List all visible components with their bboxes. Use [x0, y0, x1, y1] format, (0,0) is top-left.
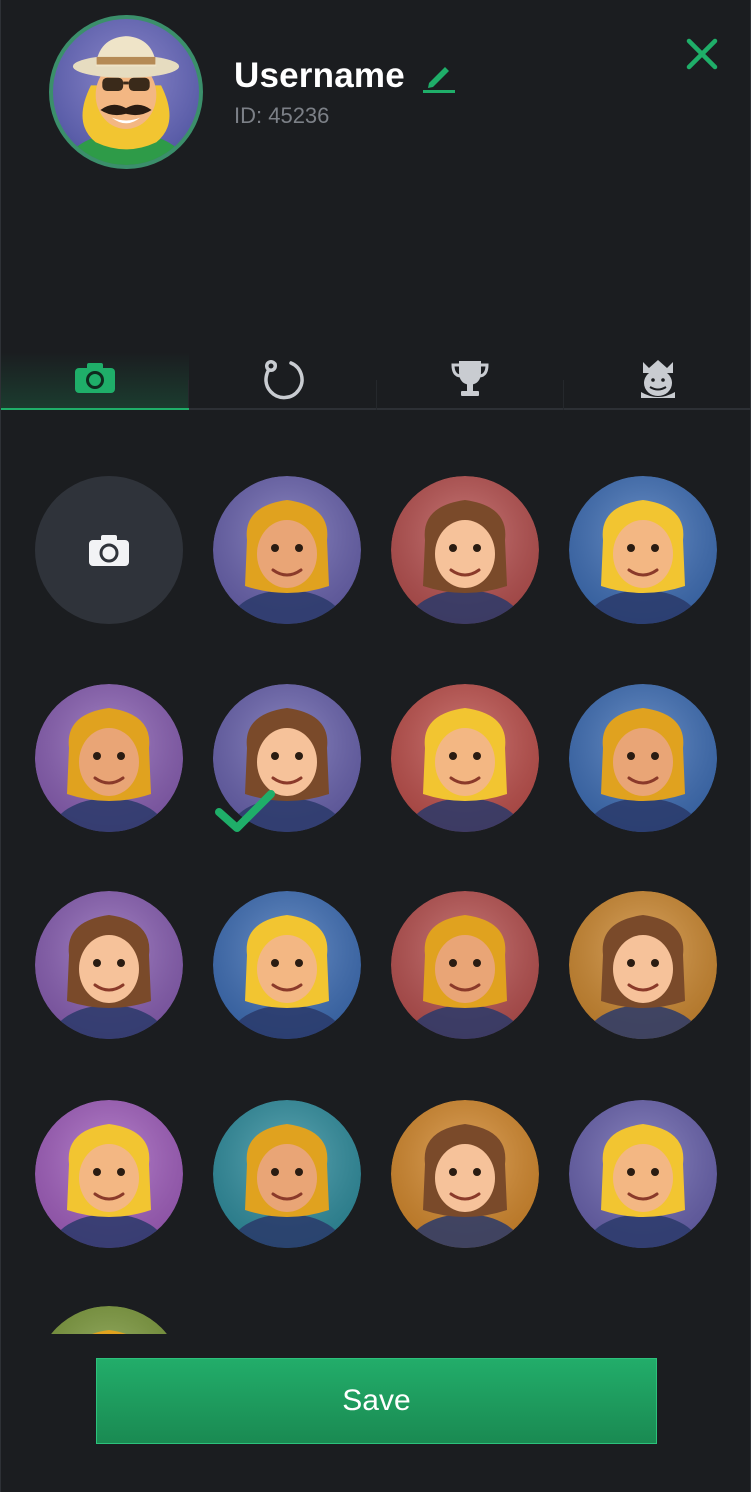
save-button[interactable]: Save — [96, 1358, 657, 1444]
tab-trophy[interactable] — [377, 352, 565, 410]
avatar-donkey[interactable] — [569, 1100, 717, 1248]
username-label: Username — [234, 56, 405, 95]
trophy-icon — [450, 358, 490, 403]
username-row: Username — [234, 56, 455, 96]
camera-icon — [74, 362, 116, 399]
avatar-category-tabs — [1, 352, 751, 410]
avatar-grid — [1, 410, 751, 1334]
avatar-fox-queen[interactable] — [391, 891, 539, 1039]
avatar-picker-screen: Username ID: 45236 Save — [0, 0, 751, 1492]
avatar-pirate-chipmunk[interactable] — [569, 891, 717, 1039]
avatar-shark[interactable] — [35, 1100, 183, 1248]
avatar-explorer[interactable] — [213, 684, 361, 832]
profile-avatar — [49, 15, 203, 169]
edit-pencil-icon[interactable] — [422, 59, 455, 93]
avatar-queen-hearts[interactable] — [391, 476, 539, 624]
tab-spinner[interactable] — [189, 352, 377, 410]
avatar-partial-avatar[interactable] — [35, 1306, 183, 1334]
king-crown-icon — [637, 358, 679, 403]
spinner-gear-icon — [261, 356, 305, 405]
tab-king[interactable] — [564, 352, 751, 408]
close-icon[interactable] — [681, 36, 721, 72]
avatar-lion-king[interactable] — [213, 891, 361, 1039]
user-id-label: ID: 45236 — [234, 103, 330, 128]
profile-header: Username ID: 45236 — [1, 0, 751, 340]
avatar-jack-clubs[interactable] — [569, 476, 717, 624]
avatar-dog[interactable] — [213, 1100, 361, 1248]
avatar-glam-lady[interactable] — [391, 684, 539, 832]
avatar-jester[interactable] — [35, 684, 183, 832]
avatar-blonde-girl[interactable] — [35, 891, 183, 1039]
tab-camera[interactable] — [1, 352, 189, 410]
camera-icon — [88, 533, 130, 567]
avatar-cat[interactable] — [391, 1100, 539, 1248]
avatar-upload-photo[interactable] — [35, 476, 183, 624]
avatar-king-spades[interactable] — [213, 476, 361, 624]
avatar-surfer-jack[interactable] — [569, 684, 717, 832]
